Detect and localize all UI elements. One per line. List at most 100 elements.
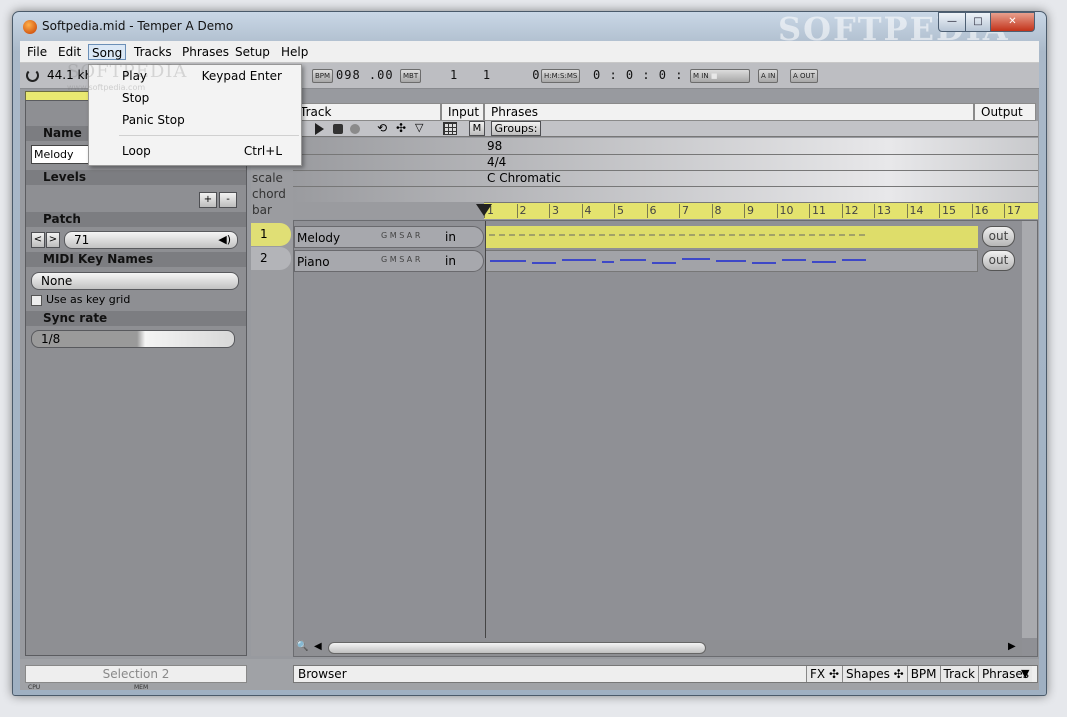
track-gmsar[interactable]: G M S A R: [381, 231, 420, 240]
ruler-bar-number: 17: [1004, 204, 1021, 218]
tab-track[interactable]: Track: [939, 666, 978, 682]
app-window: Softpedia.mid - Temper A Demo SOFTPEDIA …: [12, 11, 1047, 696]
menu-phrases[interactable]: Phrases: [179, 44, 232, 60]
track-name-field[interactable]: Melody: [31, 145, 91, 164]
groups-button[interactable]: Groups:: [491, 121, 541, 136]
scale-value[interactable]: C Chromatic: [487, 171, 561, 185]
mute-all-button[interactable]: M: [469, 121, 485, 136]
midi-key-names-section: MIDI Key Names: [26, 252, 246, 267]
menu-item-panic-stop[interactable]: Panic Stop: [89, 109, 301, 131]
menu-bar: File Edit Song Tracks Phrases Setup Help: [20, 41, 1039, 63]
midi-key-names-select[interactable]: None: [31, 272, 239, 290]
menu-item-label: Loop: [122, 144, 151, 158]
loop-icon[interactable]: ⟲: [377, 121, 387, 135]
tab-shapes[interactable]: Shapes ✣: [842, 666, 907, 682]
scale-label: scale: [252, 171, 283, 185]
use-as-key-grid-label: Use as key grid: [46, 293, 131, 306]
track-number-2[interactable]: 2: [251, 247, 291, 270]
song-menu: SOFTPEDIA www.softpedia.com Play Keypad E…: [67, 61, 302, 166]
ruler-bar-number: 7: [679, 204, 689, 218]
ruler-bar-number: 14: [906, 204, 924, 218]
piano-notes: [490, 258, 866, 264]
audio-in-label[interactable]: A IN: [758, 69, 779, 83]
bpm-value[interactable]: 098 .00: [336, 68, 394, 82]
tab-fx[interactable]: FX ✣: [806, 666, 842, 682]
minimize-button[interactable]: —: [938, 12, 966, 32]
menu-file[interactable]: File: [24, 44, 50, 60]
track-input[interactable]: in: [445, 254, 456, 268]
menu-tracks[interactable]: Tracks: [131, 44, 175, 60]
midi-in-label: M IN: [693, 72, 709, 80]
horizontal-scrollbar[interactable]: 🔍 ◀ ▶: [294, 640, 1022, 656]
menu-song[interactable]: Song: [88, 44, 127, 60]
record-icon[interactable]: [350, 124, 360, 134]
menu-item-label: Panic Stop: [122, 113, 185, 127]
browser-bar[interactable]: Browser FX ✣ Shapes ✣ BPM Track Phrases …: [293, 665, 1038, 683]
close-button[interactable]: ✕: [990, 12, 1035, 32]
status-bar: Selection 2 CPU MEM Browser FX ✣ Shapes …: [20, 659, 1039, 691]
maximize-icon: □: [973, 16, 983, 27]
meter-value[interactable]: 4/4: [487, 155, 506, 169]
sync-rate-slider[interactable]: 1/8: [31, 330, 235, 348]
zoom-icon[interactable]: 🔍: [296, 641, 308, 652]
track-row[interactable]: Piano G M S A R in: [294, 250, 484, 272]
browser-dropdown-icon[interactable]: ▼: [1021, 667, 1029, 680]
menu-setup[interactable]: Setup: [232, 44, 273, 60]
track-output[interactable]: out: [982, 226, 1015, 247]
menu-item-shortcut: Ctrl+L: [243, 144, 282, 158]
menu-help[interactable]: Help: [278, 44, 311, 60]
patch-field[interactable]: 71 ◀): [64, 231, 238, 249]
mem-label: MEM: [134, 684, 149, 691]
mbt-value[interactable]: 1 1 0: [450, 68, 540, 82]
ruler-bar-number: 11: [809, 204, 826, 218]
ruler-bar-number: 10: [776, 204, 794, 218]
bpm-label: BPM: [312, 69, 334, 83]
menu-edit[interactable]: Edit: [55, 44, 84, 60]
ruler-bar-number: 2: [516, 204, 527, 218]
track-number-1[interactable]: 1: [251, 223, 291, 246]
melody-phrase[interactable]: [485, 226, 978, 248]
track-gmsar[interactable]: G M S A R: [381, 255, 420, 264]
play-icon[interactable]: [315, 123, 324, 135]
browser-label: Browser: [298, 667, 347, 681]
track-row[interactable]: Melody G M S A R in: [294, 226, 484, 248]
level-minus-button[interactable]: -: [219, 192, 237, 208]
ruler-bar-number: 6: [646, 204, 657, 218]
track-output[interactable]: out: [982, 250, 1015, 271]
patch-next-button[interactable]: >: [46, 232, 60, 248]
ruler-bar-number: 13: [874, 204, 891, 218]
piano-phrase[interactable]: [485, 250, 978, 272]
audio-out-label[interactable]: A OUT: [790, 69, 818, 83]
track-input[interactable]: in: [445, 230, 456, 244]
phrase-toolbar: ⟲ ✣ ▽ M Groups:: [293, 121, 1038, 137]
use-as-key-grid-checkbox[interactable]: [31, 295, 42, 306]
scroll-right-icon[interactable]: ▶: [1008, 641, 1016, 652]
menu-item-play[interactable]: Play Keypad Enter: [89, 65, 301, 87]
sync-rate-section: Sync rate: [26, 311, 246, 326]
scroll-thumb[interactable]: [328, 642, 706, 654]
speaker-icon[interactable]: ◀): [218, 232, 231, 248]
tempo-value[interactable]: 98: [487, 139, 502, 153]
hms-label: H:M:S:MS: [541, 69, 581, 83]
browser-tabs: FX ✣ Shapes ✣ BPM Track Phrases: [806, 666, 1032, 682]
patch-prev-button[interactable]: <: [31, 232, 45, 248]
vertical-scrollbar[interactable]: [1022, 221, 1037, 638]
levels-section: Levels: [26, 170, 246, 185]
grid-icon[interactable]: [443, 122, 457, 135]
split-icon[interactable]: ✣: [396, 121, 406, 135]
midi-key-names-value: None: [41, 274, 73, 288]
bar-ruler[interactable]: 1 2 3 4 5 6 7 8 9 10 11 12 13 14 15 16 17: [293, 202, 1038, 219]
maximize-button[interactable]: □: [965, 12, 991, 32]
selection-label: Selection 2: [102, 667, 170, 681]
menu-item-label: Stop: [122, 91, 150, 105]
power-icon[interactable]: [26, 69, 39, 82]
stop-icon[interactable]: [333, 124, 343, 134]
menu-item-stop[interactable]: Stop: [89, 87, 301, 109]
tab-bpm[interactable]: BPM: [906, 666, 940, 682]
playhead-marker-icon[interactable]: [476, 204, 492, 216]
filter-icon[interactable]: ▽: [415, 121, 423, 134]
scroll-left-icon[interactable]: ◀: [314, 641, 322, 652]
level-plus-button[interactable]: +: [199, 192, 217, 208]
hms-value[interactable]: 0 : 0 : 0 : 0: [593, 68, 700, 82]
menu-item-loop[interactable]: Loop Ctrl+L: [89, 140, 301, 162]
